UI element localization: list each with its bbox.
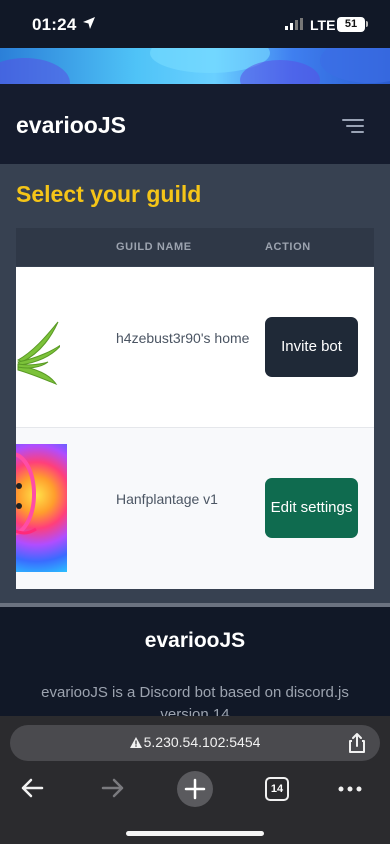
column-guild-name: GUILD NAME (116, 241, 192, 253)
invite-bot-button[interactable]: Invite bot (265, 317, 358, 377)
footer-title: evariooJS (144, 629, 246, 652)
forward-arrow-icon[interactable] (101, 773, 125, 803)
network-type: LTE (310, 17, 336, 33)
guild-icon-psychedelic (16, 444, 67, 572)
guild-icon-leaf (16, 320, 60, 394)
edit-settings-button[interactable]: Edit settings (265, 478, 358, 538)
status-bar: 01:24 LTE 51 (0, 0, 390, 48)
column-action: ACTION (265, 241, 311, 253)
new-tab-button[interactable] (177, 771, 213, 807)
plus-icon (184, 778, 206, 800)
guild-name: Hanfplantage v1 (116, 491, 218, 507)
signal-icon (285, 18, 303, 30)
table-header (16, 228, 374, 266)
status-time: 01:24 (32, 15, 77, 34)
brand-logo[interactable]: evariooJS (16, 112, 126, 139)
battery-tip (366, 21, 368, 27)
battery-icon: 51 (337, 17, 365, 32)
guild-name: h4zebust3r90's home (116, 330, 250, 346)
share-icon[interactable] (347, 732, 367, 754)
header-banner (0, 48, 390, 84)
url-text: 5.230.54.102:5454 (143, 734, 261, 750)
location-arrow-icon (83, 17, 95, 29)
back-arrow-icon[interactable] (20, 773, 44, 803)
address-text[interactable]: 5.230.54.102:5454 (0, 734, 390, 750)
home-indicator[interactable] (126, 831, 264, 836)
more-icon[interactable] (338, 786, 362, 792)
menu-icon[interactable] (342, 118, 364, 134)
tabs-button[interactable]: 14 (265, 777, 289, 801)
page-title: Select your guild (16, 181, 202, 207)
site-header: evariooJS (0, 84, 390, 164)
warning-icon (129, 737, 142, 748)
